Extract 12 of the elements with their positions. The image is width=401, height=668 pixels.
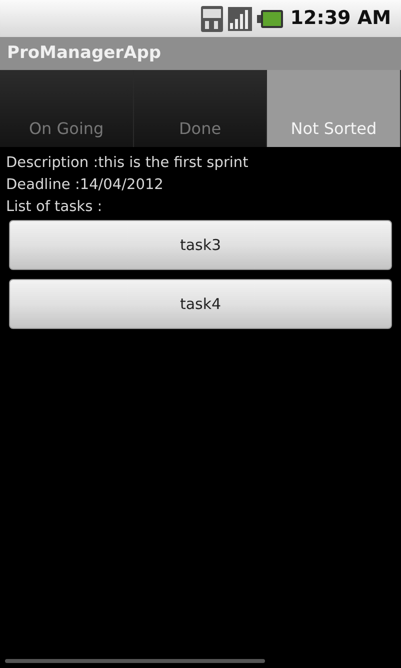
detail-text: Description :this is the first sprint xyxy=(6,154,250,173)
task-button[interactable]: task4 xyxy=(9,279,392,329)
signal-icon xyxy=(228,6,252,30)
window-title: ProManagerApp xyxy=(7,42,162,65)
tab[interactable]: Done xyxy=(134,70,268,147)
task-button[interactable]: task3 xyxy=(9,220,392,270)
battery-icon xyxy=(257,10,284,28)
detail-text: List of tasks : xyxy=(6,198,104,217)
detail-text: Deadline :14/04/2012 xyxy=(6,176,164,195)
status-time: 12:39 AM xyxy=(290,6,391,32)
tab[interactable]: Not Sorted xyxy=(267,70,401,147)
tab[interactable]: On Going xyxy=(0,70,134,147)
